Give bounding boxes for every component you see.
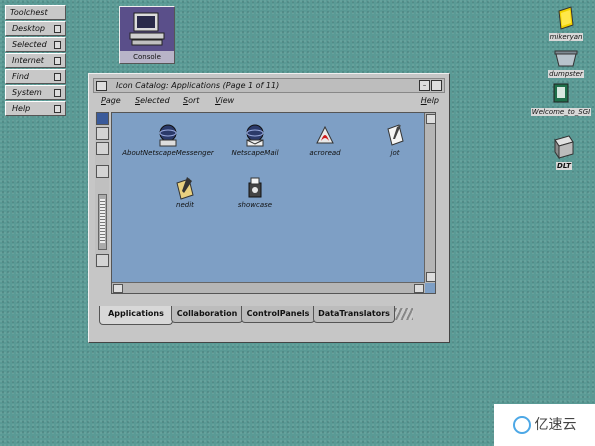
popup-indicator-icon bbox=[54, 73, 61, 81]
large-icon-view-button[interactable] bbox=[96, 112, 109, 125]
toolchest-item-internet[interactable]: Internet bbox=[5, 53, 66, 68]
catalog-icon-label: jot bbox=[390, 149, 400, 157]
showcase-icon bbox=[248, 177, 262, 198]
scroll-right-arrow-icon[interactable] bbox=[414, 284, 424, 293]
catalog-icon-label: showcase bbox=[237, 201, 273, 209]
toolchest-item-label: Find bbox=[12, 72, 29, 81]
toolchest-item-help[interactable]: Help bbox=[5, 101, 66, 116]
catalog-icon-label: nedit bbox=[176, 201, 194, 209]
tab-collaboration[interactable]: Collaboration bbox=[171, 306, 243, 323]
catalog-icon-netscapemail[interactable]: NetscapeMail bbox=[220, 123, 290, 157]
slider-reset-button[interactable] bbox=[96, 254, 109, 267]
tab-controlpanels[interactable]: ControlPanels bbox=[241, 306, 315, 323]
jot-editor-icon bbox=[387, 124, 404, 146]
toolchest-item-desktop[interactable]: Desktop bbox=[5, 21, 66, 36]
toolchest-title: Toolchest bbox=[5, 5, 66, 20]
icon-catalog-area: AboutNetscapeMessenger NetscapeMail acro… bbox=[111, 112, 436, 294]
toolchest-item-label: Internet bbox=[12, 56, 44, 65]
toolchest-item-label: System bbox=[12, 88, 42, 97]
desktop-icon-label: DLT bbox=[556, 162, 572, 170]
toolchest-item-label: Help bbox=[12, 104, 31, 113]
window-title: Icon Catalog: Applications (Page 1 of 11… bbox=[116, 81, 280, 90]
folder-icon bbox=[558, 6, 574, 30]
grid-view-button[interactable] bbox=[96, 142, 109, 155]
watermark-ring-icon bbox=[512, 416, 531, 434]
desktop-icon-label: dumpster bbox=[548, 70, 584, 78]
desktop-icon-label: mikeryan bbox=[548, 33, 584, 41]
catalog-icon-showcase[interactable]: showcase bbox=[220, 175, 290, 209]
desktop-icon-label: Welcome_to_SGI bbox=[530, 108, 592, 116]
menubar: Page Selected Sort View Help bbox=[93, 94, 445, 108]
desktop-icon-welcome-to-sgi[interactable]: Welcome_to_SGI bbox=[528, 82, 594, 116]
catalog-icon-label: AboutNetscapeMessenger bbox=[122, 149, 214, 157]
tab-applications[interactable]: Applications bbox=[99, 306, 173, 325]
catalog-icon-label: NetscapeMail bbox=[231, 149, 279, 157]
console-label: Console bbox=[133, 53, 161, 61]
acrobat-icon bbox=[316, 125, 334, 144]
catalog-icon-jot[interactable]: jot bbox=[360, 123, 430, 157]
popup-indicator-icon bbox=[54, 25, 61, 33]
window-menu-button[interactable] bbox=[96, 81, 107, 91]
watermark-logo: 亿速云 bbox=[494, 404, 595, 446]
toolchest-item-system[interactable]: System bbox=[5, 85, 66, 100]
toolchest-item-label: Desktop bbox=[12, 24, 45, 33]
nedit-icon bbox=[176, 177, 194, 200]
menu-page[interactable]: Page bbox=[101, 94, 121, 108]
view-toolbar bbox=[95, 112, 109, 268]
tape-drive-icon bbox=[554, 135, 574, 160]
console-icon-button[interactable]: Console bbox=[119, 6, 175, 64]
vertical-scrollbar[interactable] bbox=[424, 113, 436, 283]
maximize-button[interactable] bbox=[431, 80, 442, 91]
scroll-up-arrow-icon[interactable] bbox=[426, 114, 436, 124]
arrange-button[interactable] bbox=[96, 165, 109, 178]
desktop-icon-mikeryan[interactable]: mikeryan bbox=[541, 5, 591, 41]
popup-indicator-icon bbox=[54, 105, 61, 113]
popup-indicator-icon bbox=[54, 41, 61, 49]
menu-help[interactable]: Help bbox=[421, 94, 439, 108]
menu-sort[interactable]: Sort bbox=[183, 94, 199, 108]
desktop-icon-dlt[interactable]: DLT bbox=[544, 134, 584, 170]
catalog-icon-label: acroread bbox=[309, 149, 341, 157]
catalog-icon-aboutnetscapemessenger[interactable]: AboutNetscapeMessenger bbox=[120, 123, 216, 157]
icon-size-slider[interactable] bbox=[98, 194, 107, 250]
netscape-mail-icon bbox=[246, 124, 264, 147]
scroll-left-arrow-icon[interactable] bbox=[113, 284, 123, 293]
catalog-tabs: Applications Collaboration ControlPanels… bbox=[99, 306, 439, 325]
window-titlebar[interactable]: Icon Catalog: Applications (Page 1 of 11… bbox=[93, 78, 445, 93]
sgi-welcome-icon bbox=[553, 83, 569, 103]
watermark-text: 亿速云 bbox=[534, 417, 577, 433]
tab-datatranslators[interactable]: DataTranslators bbox=[313, 306, 395, 323]
toolchest-item-selected[interactable]: Selected bbox=[5, 37, 66, 52]
menu-view[interactable]: View bbox=[215, 94, 234, 108]
desktop-icon-dumpster[interactable]: dumpster bbox=[541, 48, 591, 78]
popup-indicator-icon bbox=[54, 89, 61, 97]
netscape-icon bbox=[159, 124, 177, 147]
console-monitor-icon bbox=[120, 7, 174, 51]
minimize-button[interactable]: – bbox=[419, 80, 430, 91]
list-view-button[interactable] bbox=[96, 127, 109, 140]
more-tabs-indicator-icon bbox=[395, 308, 413, 320]
scroll-down-arrow-icon[interactable] bbox=[426, 272, 436, 282]
catalog-icon-nedit[interactable]: nedit bbox=[150, 175, 220, 209]
toolchest-item-find[interactable]: Find bbox=[5, 69, 66, 84]
horizontal-scrollbar[interactable] bbox=[112, 282, 425, 293]
catalog-icon-acroread[interactable]: acroread bbox=[290, 123, 360, 157]
menu-selected[interactable]: Selected bbox=[135, 94, 170, 108]
trash-icon bbox=[554, 50, 578, 67]
toolchest-item-label: Selected bbox=[12, 40, 47, 49]
toolchest: Toolchest Desktop Selected Internet Find… bbox=[5, 5, 66, 116]
icon-catalog-window: Icon Catalog: Applications (Page 1 of 11… bbox=[88, 73, 450, 343]
popup-indicator-icon bbox=[54, 57, 61, 65]
